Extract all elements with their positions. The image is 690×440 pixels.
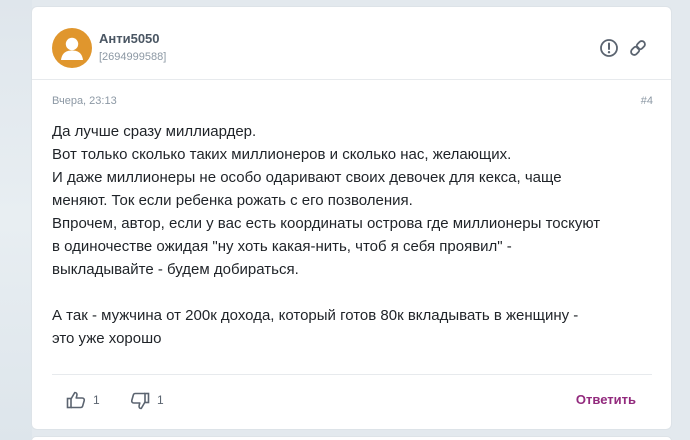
text-line: Да лучше сразу миллиардер. — [52, 123, 257, 140]
report-icon[interactable] — [599, 38, 619, 58]
reply-button[interactable]: Ответить — [576, 392, 636, 407]
text-line: И даже миллионеры не особо одаривают сво… — [52, 169, 562, 186]
text-line: меняют. Ток если ребенка рожать с его по… — [52, 192, 413, 209]
comment-text: Да лучше сразу миллиардер. Вот только ск… — [52, 120, 652, 350]
text-line: выкладывайте - будем добираться. — [52, 261, 299, 278]
thumbs-up-icon[interactable] — [66, 390, 86, 410]
text-line: это уже хорошо — [52, 330, 162, 347]
text-line: Вот только сколько таких миллионеров и с… — [52, 146, 512, 163]
page-background — [0, 0, 32, 440]
author-name[interactable]: Анти5050 — [99, 31, 160, 46]
text-line-blank — [52, 281, 652, 304]
comment-header: Анти5050 [2694999588] — [32, 7, 671, 80]
post-date: Вчера, 23:13 — [52, 95, 117, 107]
avatar[interactable] — [52, 28, 92, 68]
link-icon[interactable] — [628, 38, 648, 58]
dislike-count: 1 — [157, 393, 164, 407]
author-id: [2694999588] — [99, 51, 167, 63]
next-comment-card — [31, 436, 672, 440]
text-line: Впрочем, автор, если у вас есть координа… — [52, 215, 601, 232]
user-avatar-icon — [61, 37, 83, 60]
footer-divider — [52, 374, 652, 375]
like-count: 1 — [93, 393, 100, 407]
post-number-link[interactable]: #4 — [641, 95, 653, 107]
text-line: А так - мужчина от 200к дохода, который … — [52, 307, 579, 324]
text-line: в одиночестве ожидая "ну хоть какая-нить… — [52, 238, 512, 255]
thumbs-down-icon[interactable] — [130, 391, 150, 411]
comment-card: Анти5050 [2694999588] Вчера, 23:13 #4 Да… — [31, 6, 672, 430]
